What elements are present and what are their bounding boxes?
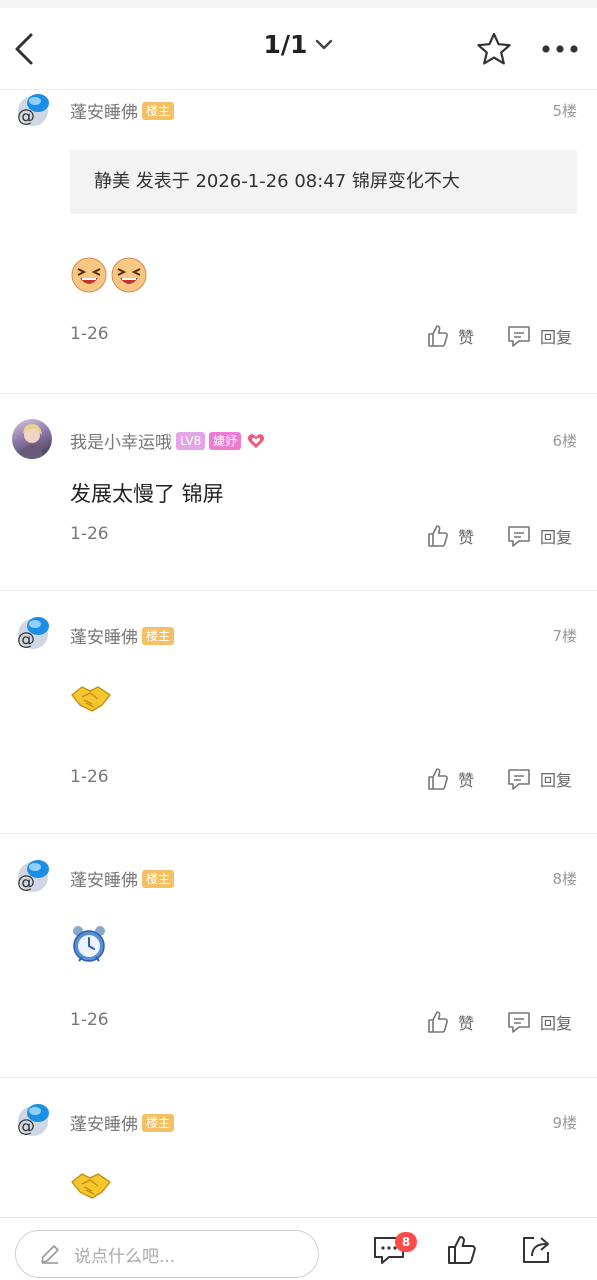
title-badge: 婕妤 <box>209 431 242 450</box>
floor-number: 5楼 <box>552 102 577 120</box>
top-bar: 1/1 <box>0 8 597 90</box>
reply-button[interactable]: 回复 <box>506 1010 572 1034</box>
author-name[interactable]: 蓬安睡佛 <box>70 1110 138 1135</box>
alarm-clock-icon <box>73 926 105 962</box>
more-icon[interactable] <box>540 32 580 70</box>
post-date: 1-26 <box>70 524 109 544</box>
like-button[interactable]: 赞 <box>426 767 474 791</box>
page-indicator: 1/1 <box>263 30 308 59</box>
pencil-icon <box>41 1245 59 1264</box>
floor-number: 8楼 <box>552 870 577 888</box>
like-label: 赞 <box>458 1014 475 1033</box>
bottom-bar: 说点什么吧... 8 <box>0 1217 597 1280</box>
owner-badge: 楼主 <box>142 869 175 888</box>
laughing-emoji-icon <box>111 257 147 293</box>
avatar[interactable]: @ <box>14 858 52 896</box>
floor-number: 9楼 <box>552 1114 577 1132</box>
author-name[interactable]: 蓬安睡佛 <box>70 98 138 123</box>
comment-placeholder: 说点什么吧... <box>74 1246 176 1267</box>
post-date: 1-26 <box>70 767 109 787</box>
author-name[interactable]: 蓬安睡佛 <box>70 623 138 648</box>
avatar[interactable]: @ <box>14 92 52 130</box>
heart-icon <box>248 433 265 448</box>
post-date: 1-26 <box>70 324 109 344</box>
reply-button[interactable]: 回复 <box>506 767 572 791</box>
handshake-emoji-icon <box>71 686 111 712</box>
like-label: 赞 <box>458 771 475 790</box>
author-row: 我是小幸运哦 LV8 婕妤 <box>70 428 265 453</box>
avatar[interactable]: @ <box>14 615 52 653</box>
handshake-emoji-icon <box>71 1173 111 1199</box>
comment-icon <box>508 326 530 347</box>
star-icon[interactable] <box>476 32 512 70</box>
author-name[interactable]: 我是小幸运哦 <box>70 428 172 453</box>
reply-post: @ 蓬安睡佛 楼主 7楼 1-26 赞 回复 <box>0 591 597 834</box>
author-name[interactable]: 蓬安睡佛 <box>70 866 138 891</box>
avatar[interactable] <box>12 419 52 459</box>
owner-badge: 楼主 <box>142 1113 175 1132</box>
like-label: 赞 <box>458 528 475 547</box>
svg-text:@: @ <box>17 106 35 127</box>
author-row: 蓬安睡佛 楼主 <box>70 866 175 891</box>
reply-post: 我是小幸运哦 LV8 婕妤 6楼 发展太慢了 锦屏 1-26 赞 回复 <box>0 394 597 591</box>
reply-label: 回复 <box>540 328 573 347</box>
reply-button[interactable]: 回复 <box>506 524 572 548</box>
post-text: 发展太慢了 锦屏 <box>70 482 224 506</box>
reply-button[interactable]: 回复 <box>506 324 572 348</box>
thumbs-up-icon <box>428 325 448 347</box>
laughing-emoji-icon <box>71 257 107 293</box>
author-row: 蓬安睡佛 楼主 <box>70 623 175 648</box>
share-icon <box>523 1237 549 1263</box>
thumbs-up-icon <box>448 1236 476 1264</box>
comment-icon <box>508 526 530 547</box>
thumbs-up-icon <box>428 1011 448 1033</box>
owner-badge: 楼主 <box>142 101 175 120</box>
floor-number: 6楼 <box>552 432 577 450</box>
like-post-button[interactable] <box>446 1234 478 1270</box>
comment-icon <box>508 769 530 790</box>
quoted-reply[interactable]: 静美 发表于 2026-1-26 08:47 锦屏变化不大 <box>70 150 577 214</box>
emoji-row <box>70 256 148 294</box>
floor-number: 7楼 <box>552 627 577 645</box>
owner-badge: 楼主 <box>142 626 175 645</box>
reply-label: 回复 <box>540 1014 573 1033</box>
reply-post: @ 蓬安睡佛 楼主 8楼 1-26 赞 回复 <box>0 834 597 1078</box>
comment-count-badge: 8 <box>395 1232 417 1252</box>
like-button[interactable]: 赞 <box>426 1010 474 1034</box>
reply-label: 回复 <box>540 771 573 790</box>
reply-post: @ 蓬安睡佛 楼主 9楼 <box>0 1078 597 1217</box>
chevron-down-icon <box>315 39 333 51</box>
like-label: 赞 <box>458 328 475 347</box>
emoji-row <box>70 924 108 964</box>
reply-label: 回复 <box>540 528 573 547</box>
share-button[interactable] <box>520 1234 552 1270</box>
reply-feed: @ 蓬安睡佛 楼主 5楼 静美 发表于 2026-1-26 08:47 锦屏变化… <box>0 90 597 1217</box>
svg-text:@: @ <box>17 1116 35 1137</box>
post-date: 1-26 <box>70 1010 109 1030</box>
comment-input[interactable]: 说点什么吧... <box>15 1230 319 1278</box>
emoji-row <box>70 1168 112 1200</box>
author-row: 蓬安睡佛 楼主 <box>70 1110 175 1135</box>
thumbs-up-icon <box>428 525 448 547</box>
svg-text:@: @ <box>17 872 35 893</box>
avatar[interactable]: @ <box>14 1102 52 1140</box>
svg-text:@: @ <box>17 629 35 650</box>
like-button[interactable]: 赞 <box>426 524 474 548</box>
comment-icon <box>508 1012 530 1033</box>
level-badge: LV8 <box>176 431 206 450</box>
author-row: 蓬安睡佛 楼主 <box>70 98 175 123</box>
thumbs-up-icon <box>428 768 448 790</box>
reply-post: @ 蓬安睡佛 楼主 5楼 静美 发表于 2026-1-26 08:47 锦屏变化… <box>0 90 597 394</box>
like-button[interactable]: 赞 <box>426 324 474 348</box>
status-strip <box>0 0 597 8</box>
emoji-row <box>70 681 112 713</box>
